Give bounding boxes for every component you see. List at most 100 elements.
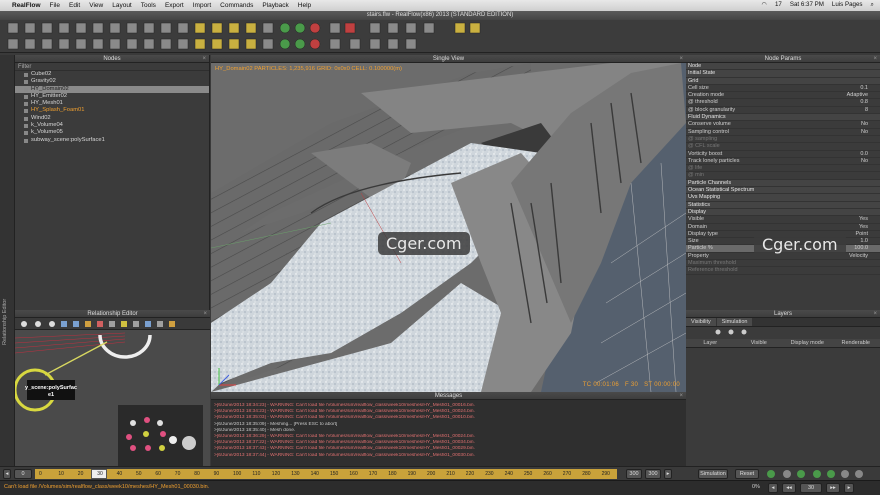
- frame-back-icon[interactable]: ◂: [768, 483, 778, 493]
- tool-icon[interactable]: [49, 321, 55, 327]
- tool-icon[interactable]: [211, 22, 223, 34]
- tool-icon[interactable]: [369, 38, 381, 50]
- timeline-ruler[interactable]: 0 10 20 30 40 50 60 70 80 90 100 110 120 130 140 150 160…: [35, 469, 617, 479]
- tool-icon[interactable]: [423, 22, 435, 34]
- param-section[interactable]: Node: [686, 63, 880, 71]
- tool-icon[interactable]: [160, 22, 172, 34]
- tool-icon[interactable]: [741, 329, 747, 335]
- tool-icon[interactable]: [126, 38, 138, 50]
- tool-icon[interactable]: [387, 22, 399, 34]
- timeline-total-field[interactable]: 300: [645, 469, 661, 479]
- tab-simulation[interactable]: Simulation: [716, 318, 753, 326]
- close-icon[interactable]: ×: [679, 55, 683, 63]
- node-item[interactable]: HY_Mesh01: [15, 100, 209, 107]
- tool-icon[interactable]: [387, 38, 399, 50]
- tool-icon[interactable]: [61, 321, 67, 327]
- node-item[interactable]: Gravity02: [15, 78, 209, 85]
- tool-icon[interactable]: [41, 38, 53, 50]
- tool-icon[interactable]: [715, 329, 721, 335]
- param-row[interactable]: Reference threshold: [686, 267, 880, 275]
- col-display-mode[interactable]: Display mode: [783, 339, 832, 347]
- tool-icon[interactable]: [262, 22, 274, 34]
- user-name[interactable]: Luis Pages: [832, 1, 863, 9]
- node-item[interactable]: HY_Splash_Foam01: [15, 107, 209, 114]
- node-item[interactable]: k_Volume04: [15, 122, 209, 129]
- param-value[interactable]: 8: [865, 107, 868, 114]
- param-value[interactable]: Yes: [859, 224, 868, 231]
- filter-field[interactable]: Filter: [15, 63, 209, 71]
- timeline-end-field[interactable]: 300: [626, 469, 642, 479]
- param-value[interactable]: 0.1: [860, 85, 868, 92]
- timeline-start-field[interactable]: 0: [14, 469, 32, 479]
- param-section[interactable]: Statistics: [686, 201, 880, 209]
- tool-icon[interactable]: [405, 22, 417, 34]
- param-row[interactable]: @ CFL scale: [686, 143, 880, 151]
- tool-icon[interactable]: [109, 22, 121, 34]
- close-icon[interactable]: ×: [873, 55, 877, 63]
- tool-icon[interactable]: [143, 38, 155, 50]
- param-row[interactable]: Track lonely particles No: [686, 158, 880, 166]
- param-row[interactable]: Sampling control No: [686, 129, 880, 136]
- menu-commands[interactable]: Commands: [220, 2, 253, 9]
- tool-icon[interactable]: [194, 22, 206, 34]
- tool-icon[interactable]: [469, 22, 481, 34]
- menu-export[interactable]: Export: [165, 2, 184, 9]
- col-renderable[interactable]: Renderable: [832, 339, 880, 347]
- tool-icon[interactable]: [157, 321, 163, 327]
- frame-forward-icon[interactable]: ▸: [844, 483, 854, 493]
- tool-icon[interactable]: [85, 321, 91, 327]
- close-icon[interactable]: ×: [679, 392, 683, 400]
- tool-icon[interactable]: [194, 38, 206, 50]
- tool-icon[interactable]: [329, 22, 341, 34]
- tool-icon[interactable]: [41, 22, 53, 34]
- param-row[interactable]: Maximum threshold: [686, 260, 880, 268]
- tool-icon[interactable]: [24, 38, 36, 50]
- tool-icon[interactable]: [228, 22, 240, 34]
- tool-icon[interactable]: [7, 38, 19, 50]
- tool-icon[interactable]: [58, 22, 70, 34]
- tool-icon[interactable]: [92, 22, 104, 34]
- tool-icon[interactable]: [211, 38, 223, 50]
- close-icon[interactable]: ×: [202, 55, 206, 63]
- node-item[interactable]: HY_Domain02: [15, 85, 209, 93]
- param-value[interactable]: 0.0: [860, 151, 868, 158]
- wifi-icon[interactable]: ◠: [762, 1, 767, 9]
- node-item[interactable]: k_Volume05: [15, 129, 209, 136]
- tool-icon[interactable]: [73, 321, 79, 327]
- tool-icon[interactable]: [245, 38, 257, 50]
- tool-icon[interactable]: [126, 22, 138, 34]
- tool-icon[interactable]: [160, 38, 172, 50]
- param-row[interactable]: Visible Yes: [686, 216, 880, 224]
- param-row[interactable]: @ block granularity 8: [686, 107, 880, 115]
- frame-back-step-icon[interactable]: ◂◂: [782, 483, 796, 493]
- step-icon[interactable]: [294, 22, 306, 34]
- tool-icon[interactable]: [109, 38, 121, 50]
- tool-icon[interactable]: [349, 38, 361, 50]
- menu-help[interactable]: Help: [298, 2, 311, 9]
- tool-icon[interactable]: [309, 38, 321, 50]
- tool-icon[interactable]: [75, 22, 87, 34]
- tool-icon[interactable]: [35, 321, 41, 327]
- param-row[interactable]: Cell size 0.1: [686, 85, 880, 93]
- close-icon[interactable]: ×: [873, 310, 877, 318]
- param-row[interactable]: @ min: [686, 172, 880, 180]
- relationship-graph[interactable]: y_scene:polySurfac e1: [15, 330, 210, 470]
- tool-icon[interactable]: [21, 321, 27, 327]
- param-section[interactable]: Uvs Mapping: [686, 194, 880, 202]
- menu-tools[interactable]: Tools: [141, 2, 156, 9]
- node-item[interactable]: HY_Emitter02: [15, 93, 209, 100]
- menu-edit[interactable]: Edit: [69, 2, 80, 9]
- tool-icon[interactable]: [454, 22, 466, 34]
- menu-file[interactable]: File: [50, 2, 60, 9]
- tool-icon[interactable]: [728, 329, 734, 335]
- tool-icon[interactable]: [841, 470, 849, 478]
- tool-icon[interactable]: [329, 38, 341, 50]
- param-value[interactable]: Velocity: [849, 253, 868, 260]
- clock[interactable]: Sat 6:37 PM: [790, 1, 824, 9]
- scene-render[interactable]: [211, 63, 686, 392]
- param-value[interactable]: Point: [855, 231, 868, 238]
- tab-visibility[interactable]: Visibility: [686, 318, 716, 326]
- param-section[interactable]: Grid: [686, 77, 880, 85]
- play-icon[interactable]: [279, 22, 291, 34]
- node-item[interactable]: subway_scene:polySurface1: [15, 137, 209, 144]
